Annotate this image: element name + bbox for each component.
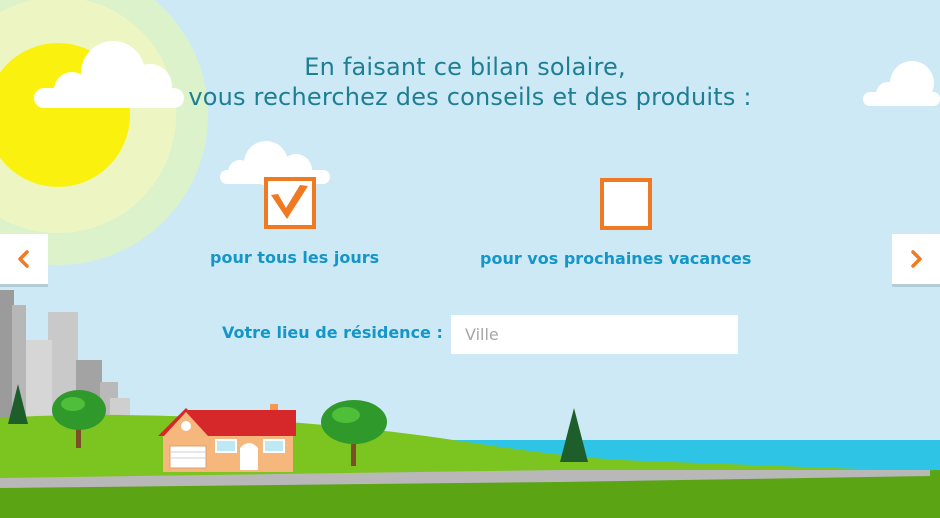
pine-tree-right [560, 408, 588, 462]
check-icon [271, 185, 308, 219]
city-input[interactable] [451, 315, 738, 354]
chevron-left-icon [18, 250, 29, 268]
prev-button[interactable] [0, 234, 48, 284]
title-line-2: vous recherchez des conseils et des prod… [188, 83, 752, 111]
page-title: En faisant ce bilan solaire, vous recher… [0, 52, 940, 112]
option-label-vacation[interactable]: pour vos prochaines vacances [480, 249, 751, 268]
checkbox-everyday[interactable] [264, 177, 316, 229]
sun-illustration [0, 0, 208, 265]
checkbox-vacation[interactable] [600, 178, 652, 230]
chevron-right-icon [911, 250, 922, 268]
next-button[interactable] [892, 234, 940, 284]
title-line-1: En faisant ce bilan solaire, [304, 53, 626, 81]
option-label-everyday[interactable]: pour tous les jours [210, 248, 379, 267]
residence-label: Votre lieu de résidence : [222, 323, 443, 342]
house-illustration [158, 404, 296, 472]
